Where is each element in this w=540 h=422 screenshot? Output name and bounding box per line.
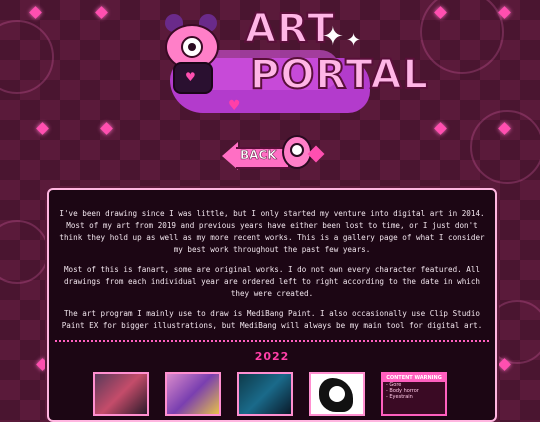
intro-text: I've been drawing since I was little, bu… [49,190,495,332]
site-header-logo: ♥ ART PORTAL ✦ ✦ ♥ [150,0,429,125]
intro-paragraph: The art program I mainly use to draw is … [61,309,483,330]
heart-icon: ♥ [185,70,196,84]
diamond-decoration [29,6,42,19]
diamond-decoration [434,122,447,135]
intro-panel: I've been drawing since I was little, bu… [47,188,497,422]
diamond-decoration [36,122,49,135]
gallery-thumbnail[interactable] [165,372,221,416]
sparkle-icon: ✦ [322,22,344,52]
intro-paragraph: I've been drawing since I was little, bu… [59,209,485,254]
sparkle-icon: ✦ [346,30,362,51]
back-button-label: BACK [240,148,277,163]
background-swirl-decoration [470,110,540,184]
mascot-character: ♥ [155,14,225,94]
content-warning-title: CONTENT WARNING [383,374,445,382]
background-swirl-decoration [420,0,504,74]
dotted-divider [55,340,489,342]
content-warning-item: - Eyestrain [386,394,413,400]
logo-title-line2: PORTAL [249,51,429,99]
gallery-thumbnails: CONTENT WARNING - Gore - Body horror - E… [93,372,463,416]
diamond-decoration [100,122,113,135]
background-swirl-decoration [0,20,54,94]
intro-paragraph: Most of this is fanart, some are origina… [63,265,481,298]
gallery-thumbnail[interactable] [237,372,293,416]
background-swirl-decoration [0,220,49,284]
diamond-decoration [95,6,108,19]
heart-icon: ♥ [228,98,241,114]
back-button[interactable]: BACK [222,135,325,172]
gallery-thumbnail[interactable] [309,372,365,416]
gallery-thumbnail[interactable] [93,372,149,416]
mascot-icon [282,135,312,169]
content-warning-thumbnail[interactable]: CONTENT WARNING - Gore - Body horror - E… [381,372,447,416]
gallery-year-heading: 2022 [254,350,290,363]
